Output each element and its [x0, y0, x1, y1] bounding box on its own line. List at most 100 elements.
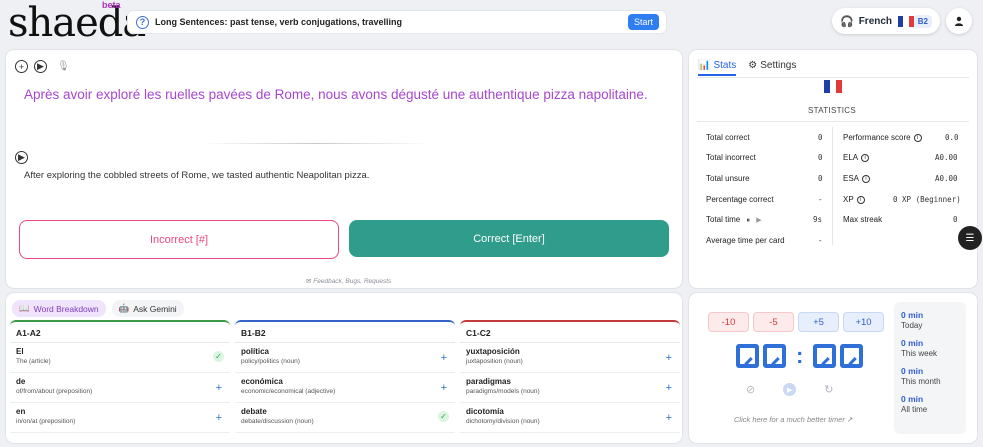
tab-ask-gemini[interactable]: 🤖 Ask Gemini: [111, 300, 184, 317]
word-item: dicotomía dichotomy/division (noun) +: [460, 403, 680, 433]
correct-button[interactable]: Correct [Enter]: [349, 220, 669, 257]
play-icon[interactable]: ▶: [756, 217, 761, 224]
pause-icon[interactable]: ⏸: [746, 217, 750, 224]
list-filter-icon: ☰: [965, 232, 975, 244]
word-gloss: debate/discussion (noun): [241, 418, 314, 425]
check-icon[interactable]: ✓: [213, 351, 224, 362]
stat-label: Total incorrect: [706, 153, 756, 162]
info-icon[interactable]: i: [862, 175, 871, 183]
timer-plus-10-button[interactable]: +10: [843, 312, 884, 332]
word-gloss: The (article): [16, 358, 51, 365]
tab-underline: [697, 77, 969, 78]
word: en: [16, 407, 26, 416]
word-item: de of/from/about (preposition) +: [10, 373, 230, 403]
stat-row: ELA i: [843, 153, 870, 162]
feedback-link[interactable]: ✉ Feedback, Bugs, Requests: [306, 277, 391, 285]
add-word-icon[interactable]: +: [666, 352, 672, 364]
stat-value: 0.0: [945, 133, 959, 142]
play-icon[interactable]: ▶: [783, 383, 797, 396]
stat-value: 9s: [813, 215, 823, 224]
sentence-target: Après avoir exploré les ruelles pavées d…: [24, 87, 648, 102]
stat-row-time: Total time ⏸ ▶: [706, 215, 762, 225]
time-value: 0 min: [901, 394, 924, 404]
book-icon: 📖: [19, 303, 30, 313]
stat-label: Max streak: [843, 215, 883, 224]
filter-menu-button[interactable]: ☰: [958, 226, 982, 250]
stat-row: XP i: [843, 195, 865, 204]
word-gloss: juxtaposition (noun): [466, 358, 523, 365]
app-logo[interactable]: shaeda: [8, 0, 146, 46]
timer-display: :: [736, 343, 864, 369]
word: dicotomía: [466, 407, 504, 416]
timer-minus-5-button[interactable]: -5: [753, 312, 794, 332]
add-word-icon[interactable]: +: [441, 352, 447, 364]
stat-value: 0: [953, 215, 958, 224]
word-gloss: economic/economical (adjective): [241, 388, 336, 395]
user-menu-button[interactable]: [946, 8, 972, 34]
better-timer-link[interactable]: Click here for a much better timer ↗: [734, 415, 853, 424]
play-icon[interactable]: ▶: [34, 60, 47, 73]
divider: [200, 143, 430, 144]
word-item: El The (article) ✓: [10, 343, 230, 373]
timer-colon: :: [796, 343, 804, 368]
tab-settings[interactable]: ⚙ Settings: [748, 60, 796, 76]
lesson-title: Long Sentences: past tense, verb conjuga…: [155, 17, 403, 27]
tab-word-breakdown[interactable]: 📖 Word Breakdown: [12, 300, 106, 317]
time-value: 0 min: [901, 310, 924, 320]
time-value: 0 min: [901, 366, 924, 376]
external-link-icon: ↗: [846, 415, 854, 424]
word-item: en in/on/at (preposition) +: [10, 403, 230, 433]
word-gloss: of/from/about (preposition): [16, 388, 93, 395]
incorrect-button[interactable]: Incorrect [#]: [19, 220, 339, 259]
stats-tabs: 📊 Stats ⚙ Settings: [698, 60, 796, 76]
add-word-icon[interactable]: +: [666, 382, 672, 394]
word: de: [16, 377, 26, 386]
tab-word-breakdown-label: Word Breakdown: [33, 303, 99, 314]
word: debate: [241, 407, 267, 416]
word-gloss: paradigms/models (noun): [466, 388, 540, 395]
french-flag-icon: [824, 80, 842, 93]
word-gloss: in/on/at (preposition): [16, 418, 76, 425]
stat-label: Total correct: [706, 133, 750, 142]
word-item: debate debate/discussion (noun) ✓: [235, 403, 455, 433]
word-item: paradigmas paradigms/models (noun) +: [460, 373, 680, 403]
reset-icon[interactable]: ↻: [824, 383, 833, 396]
start-button[interactable]: Start: [628, 14, 659, 30]
timer-minus-10-button[interactable]: -10: [708, 312, 749, 332]
add-icon[interactable]: +: [15, 60, 28, 73]
microphone-icon[interactable]: 🎙: [57, 61, 70, 72]
add-word-icon[interactable]: +: [216, 382, 222, 394]
language-selector[interactable]: 🎧 French B2: [832, 8, 940, 34]
eye-off-icon[interactable]: ⊘: [746, 383, 755, 396]
tab-ask-gemini-label: Ask Gemini: [133, 303, 177, 314]
stat-value: 0 XP (Beginner): [893, 195, 961, 204]
divider: [697, 121, 969, 122]
info-icon[interactable]: i: [856, 196, 865, 204]
add-word-icon[interactable]: +: [441, 382, 447, 394]
level-column-c1-c2: C1-C2 yuxtaposición juxtaposition (noun) +…: [460, 320, 680, 437]
headphones-icon: 🎧: [840, 15, 854, 28]
level-heading: B1-B2: [235, 322, 455, 343]
check-icon[interactable]: ✓: [438, 411, 449, 422]
word: política: [241, 347, 270, 356]
stat-value: A0.00: [935, 174, 958, 183]
add-word-icon[interactable]: +: [216, 412, 222, 424]
stat-row: Performance score i: [843, 133, 922, 142]
info-icon[interactable]: i: [913, 134, 922, 142]
word-item: yuxtaposición juxtaposition (noun) +: [460, 343, 680, 373]
stat-value: 0: [818, 133, 823, 142]
timer-plus-5-button[interactable]: +5: [798, 312, 839, 332]
level-column-a1-a2: A1-A2 El The (article) ✓ de of/from/about (…: [10, 320, 230, 437]
word: El: [16, 347, 24, 356]
gear-icon: ⚙: [748, 60, 758, 71]
timer-controls: ⊘ ▶ ↻: [746, 383, 833, 396]
stat-value: -: [818, 195, 823, 204]
help-icon[interactable]: ?: [136, 15, 149, 29]
word-gloss: policy/politics (noun): [241, 358, 300, 365]
tab-stats[interactable]: 📊 Stats: [698, 60, 737, 76]
add-word-icon[interactable]: +: [666, 412, 672, 424]
info-icon[interactable]: i: [861, 154, 870, 162]
play-translation-icon[interactable]: ▶: [15, 151, 28, 164]
stat-label: ESA: [843, 174, 860, 183]
card-controls: + ▶ 🎙: [15, 60, 70, 73]
